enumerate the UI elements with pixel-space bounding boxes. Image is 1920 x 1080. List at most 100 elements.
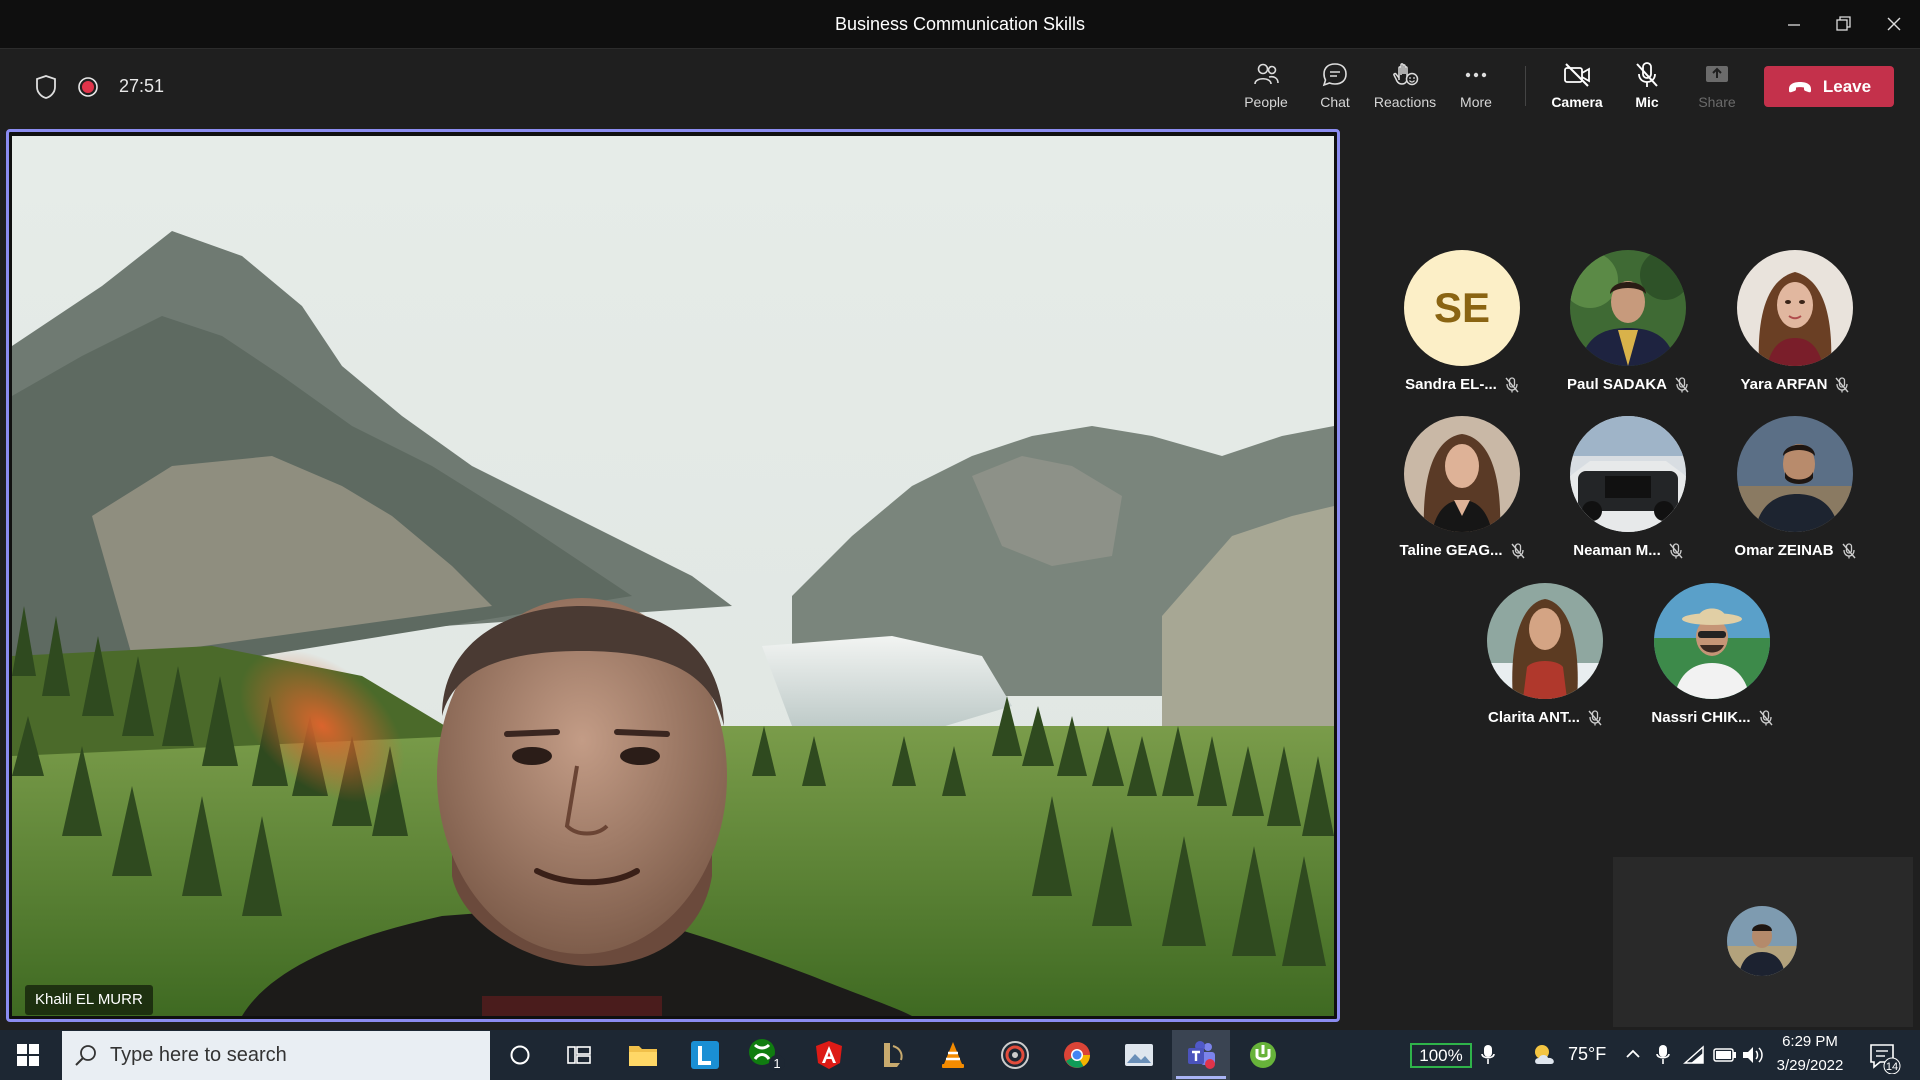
start-button[interactable] xyxy=(16,1043,40,1072)
xbox-badge: 1 xyxy=(773,1056,780,1071)
league-of-legends-button[interactable] xyxy=(862,1030,920,1080)
task-view-button[interactable] xyxy=(550,1030,608,1080)
restore-button[interactable] xyxy=(1820,0,1868,48)
photos-button[interactable] xyxy=(1110,1030,1168,1080)
app-l-button[interactable] xyxy=(676,1030,734,1080)
vlc-button[interactable] xyxy=(924,1030,982,1080)
participant-tile[interactable]: Nassri CHIK... xyxy=(1637,583,1787,743)
more-label: More xyxy=(1460,94,1492,110)
participant-photo xyxy=(1570,250,1686,366)
mic-muted-icon xyxy=(1588,710,1602,726)
weather-icon[interactable] xyxy=(1530,1042,1560,1073)
action-center-icon: 14 xyxy=(1870,1044,1901,1075)
people-label: People xyxy=(1244,94,1288,110)
xbox-button[interactable]: 1 xyxy=(738,1030,796,1080)
minimize-button[interactable] xyxy=(1770,0,1818,48)
utorrent-button[interactable] xyxy=(1234,1030,1292,1080)
participant-tile[interactable]: Omar ZEINAB xyxy=(1720,416,1870,576)
volume-icon[interactable] xyxy=(1741,1045,1765,1070)
avatar xyxy=(1487,583,1603,699)
share-icon xyxy=(1706,66,1728,82)
folder-icon xyxy=(629,1046,657,1066)
mic-off-icon xyxy=(1636,62,1658,87)
participant-photo xyxy=(1654,583,1770,699)
main-video-tile[interactable]: Khalil EL MURR xyxy=(6,129,1340,1022)
more-button[interactable]: More xyxy=(1441,60,1511,120)
close-button[interactable] xyxy=(1870,0,1918,48)
close-icon xyxy=(1887,17,1901,31)
avatar xyxy=(1570,250,1686,366)
wifi-icon[interactable] xyxy=(1683,1045,1705,1070)
vlc-cone-icon xyxy=(942,1042,964,1068)
participant-tile[interactable]: Yara ARFAN xyxy=(1720,250,1870,410)
participant-photo xyxy=(1737,250,1853,366)
media-app-button[interactable] xyxy=(986,1030,1044,1080)
participant-name-text: Sandra EL-... xyxy=(1405,376,1497,393)
clock-date[interactable]: 3/29/2022 xyxy=(1770,1057,1850,1074)
leave-button[interactable]: Leave xyxy=(1764,66,1894,107)
participant-name: Taline GEAG... xyxy=(1387,542,1537,559)
mic-muted-icon xyxy=(1505,377,1519,393)
avatar-initials: SE xyxy=(1433,284,1491,331)
participant-name-text: Neaman M... xyxy=(1573,542,1661,559)
cortana-button[interactable] xyxy=(491,1030,549,1080)
self-view-tile[interactable] xyxy=(1613,857,1913,1027)
chrome-icon xyxy=(1064,1042,1091,1068)
reactions-button[interactable]: Reactions xyxy=(1370,60,1440,120)
avatar: SE xyxy=(1404,250,1520,366)
share-button[interactable]: Share xyxy=(1682,60,1752,120)
participant-name: Sandra EL-... xyxy=(1387,376,1537,393)
more-icon xyxy=(1465,72,1487,78)
speaker-video-frame xyxy=(12,136,1334,1016)
mic-button[interactable]: Mic xyxy=(1612,60,1682,120)
avatar xyxy=(1570,416,1686,532)
mic-tray-icon[interactable] xyxy=(1480,1043,1496,1072)
participant-tile[interactable]: Taline GEAG... xyxy=(1387,416,1537,576)
reactions-label: Reactions xyxy=(1373,94,1437,110)
clock-time[interactable]: 6:29 PM xyxy=(1770,1033,1850,1050)
microphone-tray-icon[interactable] xyxy=(1655,1043,1671,1072)
participant-name: Paul SADAKA xyxy=(1553,376,1703,393)
participant-tile[interactable]: Clarita ANT... xyxy=(1470,583,1620,743)
angular-app-button[interactable] xyxy=(800,1030,858,1080)
participant-tile[interactable]: Neaman M... xyxy=(1553,416,1703,576)
photos-icon xyxy=(1125,1044,1153,1066)
teams-button[interactable] xyxy=(1172,1030,1230,1080)
notifications-button[interactable]: 14 xyxy=(1868,1042,1902,1079)
active-app-indicator xyxy=(1176,1076,1226,1079)
people-button[interactable]: People xyxy=(1231,60,1301,120)
meeting-timer: 27:51 xyxy=(119,76,165,96)
speaker-video xyxy=(12,136,1334,1016)
windows-icon xyxy=(17,1044,39,1066)
avatar xyxy=(1404,416,1520,532)
task-view-icon xyxy=(567,1046,591,1064)
battery-percent: 100% xyxy=(1410,1043,1472,1068)
avatar xyxy=(1654,583,1770,699)
share-label: Share xyxy=(1698,94,1736,110)
league-icon xyxy=(884,1043,903,1067)
battery-icon[interactable] xyxy=(1713,1047,1737,1068)
camera-button[interactable]: Camera xyxy=(1542,60,1612,120)
participant-photo xyxy=(1570,416,1686,532)
camera-off-icon xyxy=(1564,63,1590,87)
file-explorer-button[interactable] xyxy=(614,1030,672,1080)
self-photo xyxy=(1727,906,1797,976)
weather-temperature: 75°F xyxy=(1568,1044,1607,1064)
disc-icon xyxy=(1001,1041,1029,1069)
search-icon xyxy=(74,1043,98,1072)
participant-tile[interactable]: Paul SADAKA xyxy=(1553,250,1703,410)
chrome-button[interactable] xyxy=(1048,1030,1106,1080)
participant-name-text: Nassri CHIK... xyxy=(1651,709,1751,726)
participant-tile[interactable]: SE Sandra EL-... xyxy=(1387,250,1537,410)
participant-photo xyxy=(1487,583,1603,699)
shield-icon[interactable] xyxy=(34,74,58,105)
chat-button[interactable]: Chat xyxy=(1300,60,1370,120)
people-icon xyxy=(1254,63,1279,85)
participant-name-text: Paul SADAKA xyxy=(1566,376,1667,393)
chat-icon xyxy=(1322,63,1347,87)
participant-name: Nassri CHIK... xyxy=(1637,709,1787,726)
angular-icon xyxy=(816,1041,842,1069)
reactions-icon xyxy=(1393,63,1419,86)
self-avatar xyxy=(1727,906,1797,976)
show-hidden-icons-chevron-icon[interactable] xyxy=(1625,1046,1641,1067)
